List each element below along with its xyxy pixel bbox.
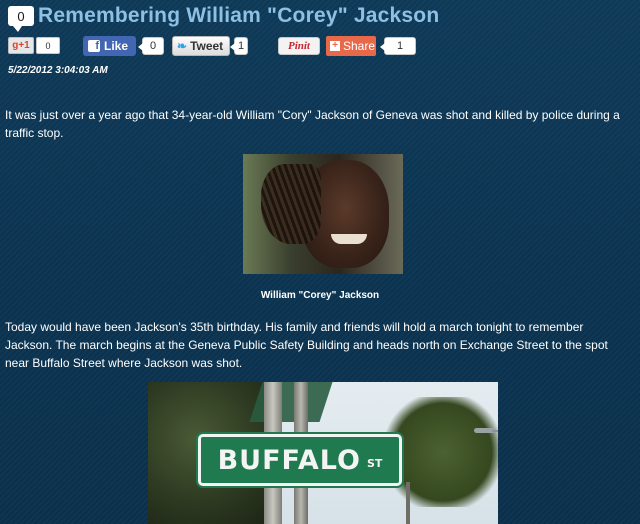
google-plus-count: 0 [36,37,60,54]
article-title: Remembering William "Corey" Jackson [38,4,440,27]
portrait-photo [243,154,403,274]
street-sign: BUFFALO ST [198,434,402,486]
facebook-like-count: 0 [138,37,164,55]
street-sign-photo: BUFFALO ST [148,382,498,524]
article-paragraph-2: Today would have been Jackson's 35th bir… [5,320,608,370]
article-date: 5/22/2012 3:04:03 AM [8,65,108,76]
article-paragraph-1: It was just over a year ago that 34-year… [5,108,620,140]
share-label: Share [343,39,376,53]
photo-caption: William "Corey" Jackson [260,290,380,301]
article-header: 0 Remembering William "Corey" Jackson [8,4,440,32]
street-sign-name: BUFFALO [217,444,361,476]
comment-count-icon[interactable]: 0 [8,6,34,32]
share-plus-icon: + [330,41,340,51]
street-sign-suffix: ST [366,456,383,470]
tweet-count: 1 [230,37,248,55]
facebook-like-button[interactable]: f Like [83,36,136,56]
facebook-like-label: Like [104,39,129,53]
facebook-icon: f [88,40,100,52]
pinterest-pin-button[interactable]: Pinit [278,37,320,55]
tweet-button[interactable]: ❧ Tweet [172,36,230,56]
google-plus-button[interactable]: g+1 [8,37,34,54]
comment-count: 0 [17,8,25,24]
share-count: 1 [380,37,416,55]
share-button[interactable]: + Share [326,36,376,56]
twitter-bird-icon: ❧ [177,39,188,53]
tweet-label: Tweet [190,39,224,53]
